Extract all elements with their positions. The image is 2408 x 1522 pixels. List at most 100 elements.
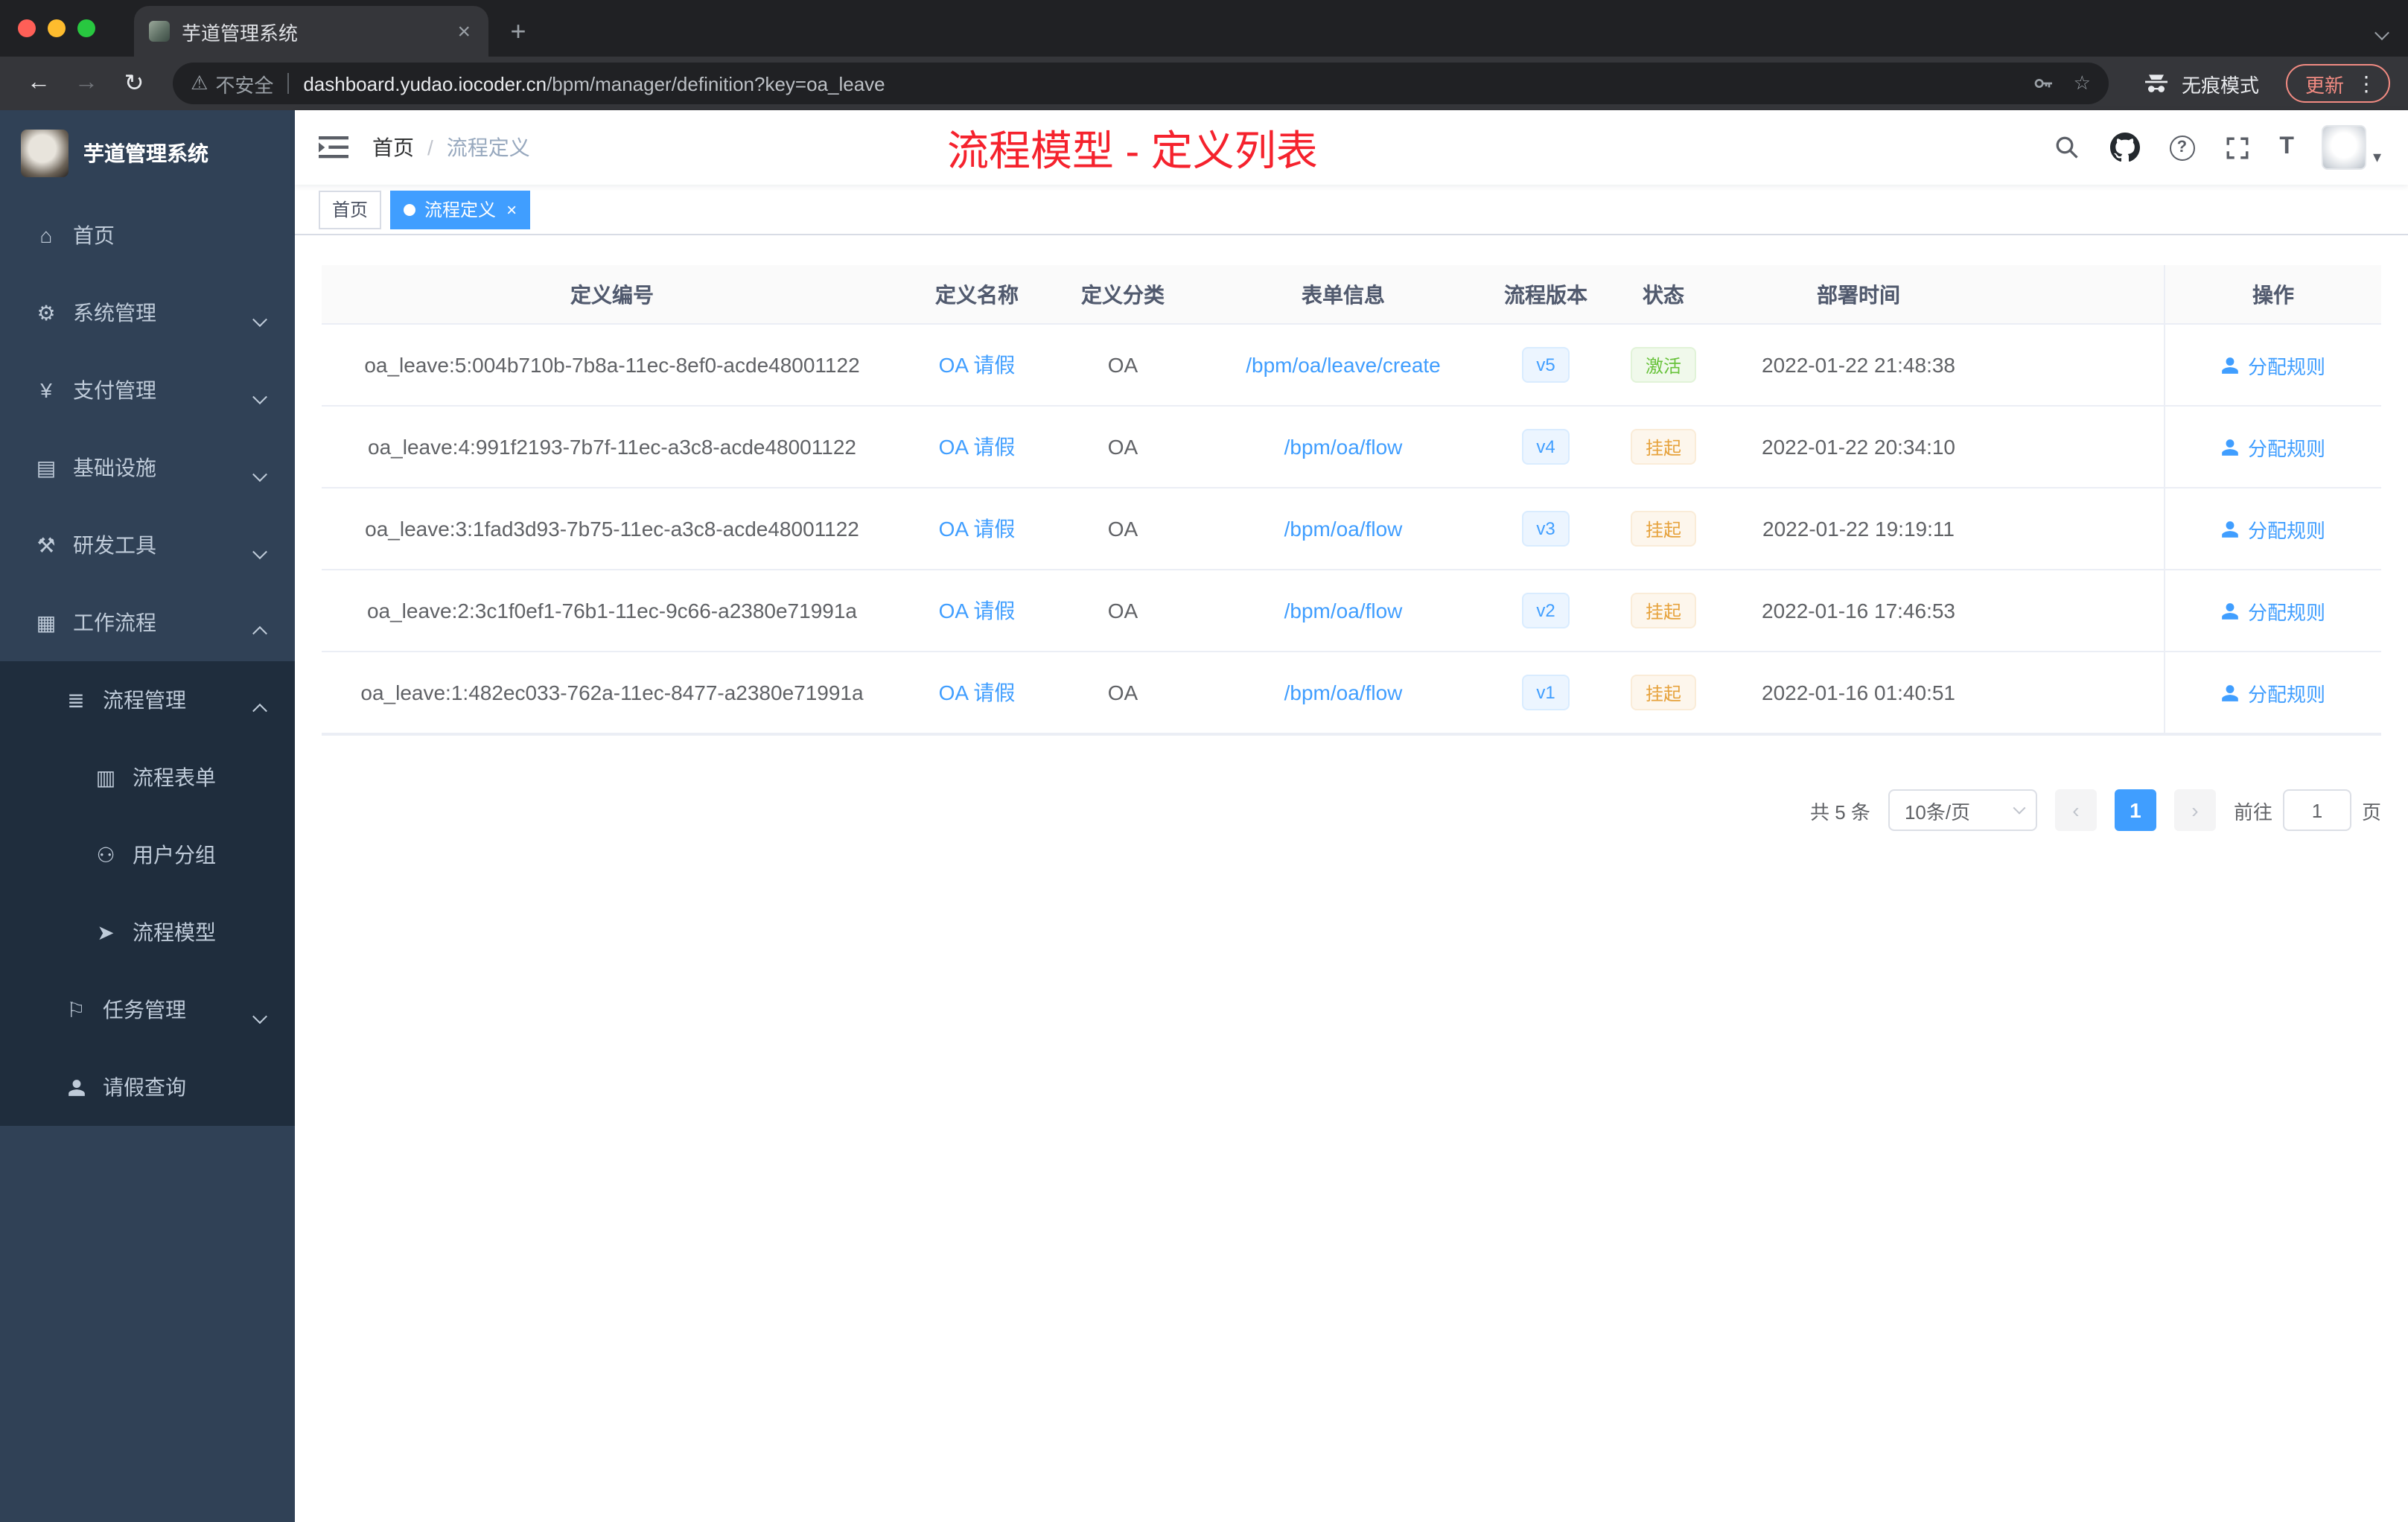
status-badge: 挂起 bbox=[1630, 429, 1696, 465]
sidebar-item-infrastructure[interactable]: ▤ 基础设施 bbox=[0, 429, 295, 506]
assign-rule-link[interactable]: 分配规则 bbox=[2221, 678, 2325, 707]
definition-name-link[interactable]: OA 请假 bbox=[939, 432, 1016, 462]
assign-rule-link[interactable]: 分配规则 bbox=[2221, 596, 2325, 625]
definition-name-link[interactable]: OA 请假 bbox=[939, 350, 1016, 380]
browser-tab-strip: 芋道管理系统 × + bbox=[0, 0, 2408, 57]
definition-category: OA bbox=[1107, 517, 1138, 541]
navbar-actions: ? T ▾ bbox=[2053, 125, 2408, 170]
fullscreen-icon[interactable] bbox=[2224, 135, 2249, 160]
breadcrumb-home[interactable]: 首页 bbox=[372, 133, 414, 162]
password-key-icon[interactable] bbox=[2032, 71, 2056, 95]
chevron-down-icon bbox=[252, 544, 267, 569]
next-page-button[interactable]: › bbox=[2173, 789, 2216, 831]
chevron-down-icon bbox=[252, 467, 267, 491]
definition-name-link[interactable]: OA 请假 bbox=[939, 596, 1016, 625]
avatar-caret-icon: ▾ bbox=[2372, 149, 2381, 167]
workflow-submenu: ≣ 流程管理 ▥ 流程表单 ⚇ 用户分组 ➤ 流程模型 ⚐ 任务管理 请假查询 bbox=[0, 661, 295, 1126]
tab-close-icon[interactable]: × bbox=[454, 19, 474, 44]
definition-table: 定义编号 定义名称 定义分类 表单信息 流程版本 状态 部署时间 操作 oa_l… bbox=[322, 265, 2381, 736]
sidebar-item-leave-query[interactable]: 请假查询 bbox=[0, 1048, 295, 1126]
sidebar-toggle-hamburger-icon[interactable] bbox=[319, 134, 348, 161]
font-size-icon[interactable]: T bbox=[2279, 134, 2294, 161]
browser-tab[interactable]: 芋道管理系统 × bbox=[134, 6, 488, 57]
sidebar-item-home[interactable]: ⌂ 首页 bbox=[0, 197, 295, 274]
sidebar-item-task-management[interactable]: ⚐ 任务管理 bbox=[0, 971, 295, 1048]
sidebar-item-workflow[interactable]: ▦ 工作流程 bbox=[0, 584, 295, 661]
deploy-time: 2022-01-16 17:46:53 bbox=[1762, 599, 1955, 623]
form-link[interactable]: /bpm/oa/flow bbox=[1284, 517, 1403, 541]
list-icon: ≣ bbox=[67, 687, 85, 711]
page-number-button[interactable]: 1 bbox=[2114, 789, 2156, 831]
github-icon[interactable] bbox=[2109, 133, 2140, 162]
form-link[interactable]: /bpm/oa/flow bbox=[1284, 599, 1403, 623]
form-link[interactable]: /bpm/oa/leave/create bbox=[1246, 353, 1441, 377]
chrome-update-chip[interactable]: 更新 ⋮ bbox=[2285, 64, 2390, 103]
incognito-icon bbox=[2144, 74, 2167, 92]
window-close-button[interactable] bbox=[18, 19, 36, 37]
reload-button[interactable]: ↻ bbox=[113, 63, 155, 104]
tab-favicon-icon bbox=[149, 21, 170, 42]
forward-button[interactable]: → bbox=[66, 63, 107, 104]
column-header-form: 表单信息 bbox=[1302, 282, 1385, 306]
definition-name-link[interactable]: OA 请假 bbox=[939, 514, 1016, 544]
definition-category: OA bbox=[1107, 681, 1138, 704]
user-icon bbox=[2223, 684, 2239, 701]
browser-menu-kebab-icon[interactable]: ⋮ bbox=[2356, 71, 2377, 96]
window-minimize-button[interactable] bbox=[48, 19, 66, 37]
prev-page-button[interactable]: ‹ bbox=[2054, 789, 2097, 831]
assign-rule-link[interactable]: 分配规则 bbox=[2221, 433, 2325, 461]
deploy-time: 2022-01-22 20:34:10 bbox=[1762, 435, 1955, 459]
logo-title: 芋道管理系统 bbox=[83, 141, 208, 165]
status-badge: 挂起 bbox=[1630, 675, 1696, 710]
sidebar-item-process-management[interactable]: ≣ 流程管理 bbox=[0, 661, 295, 739]
tab-title: 芋道管理系统 bbox=[182, 22, 299, 44]
form-icon: ▥ bbox=[95, 765, 116, 789]
window-zoom-button[interactable] bbox=[77, 19, 95, 37]
page-size-select[interactable]: 10条/页 bbox=[1888, 789, 2037, 831]
sidebar-item-system-management[interactable]: ⚙ 系统管理 bbox=[0, 274, 295, 351]
avatar[interactable] bbox=[2322, 125, 2367, 170]
sidebar: 芋道管理系统 ⌂ 首页 ⚙ 系统管理 ¥ 支付管理 ▤ 基础设施 ⚒ 研发工具 … bbox=[0, 110, 295, 1522]
form-link[interactable]: /bpm/oa/flow bbox=[1284, 681, 1403, 704]
user-avatar-menu[interactable]: ▾ bbox=[2322, 125, 2381, 170]
breadcrumb-separator: / bbox=[427, 136, 433, 159]
assign-rule-link[interactable]: 分配规则 bbox=[2221, 351, 2325, 379]
help-question-icon[interactable]: ? bbox=[2169, 135, 2195, 160]
sidebar-item-payment-management[interactable]: ¥ 支付管理 bbox=[0, 351, 295, 429]
pagination-total: 共 5 条 bbox=[1810, 800, 1870, 823]
bookmark-star-icon[interactable]: ☆ bbox=[2074, 71, 2091, 95]
form-link[interactable]: /bpm/oa/flow bbox=[1284, 435, 1403, 459]
goto-page-input[interactable] bbox=[2282, 789, 2351, 831]
new-tab-button[interactable]: + bbox=[497, 10, 539, 52]
logo-avatar bbox=[21, 130, 69, 177]
user-icon bbox=[2223, 357, 2239, 373]
sidebar-item-user-group[interactable]: ⚇ 用户分组 bbox=[0, 816, 295, 894]
tab-search-chevron-icon[interactable] bbox=[2374, 21, 2389, 48]
back-button[interactable]: ← bbox=[18, 63, 60, 104]
update-label[interactable]: 更新 bbox=[2305, 69, 2344, 98]
sidebar-item-process-form[interactable]: ▥ 流程表单 bbox=[0, 739, 295, 816]
gear-icon: ⚙ bbox=[36, 300, 56, 324]
tag-process-definition[interactable]: 流程定义 × bbox=[390, 190, 531, 229]
status-badge: 挂起 bbox=[1630, 593, 1696, 628]
tag-close-icon[interactable]: × bbox=[506, 199, 517, 220]
dashboard-icon: ⌂ bbox=[39, 223, 53, 247]
definition-id: oa_leave:3:1fad3d93-7b75-11ec-a3c8-acde4… bbox=[365, 517, 859, 541]
url-omnibox[interactable]: ⚠ 不安全 dashboard.yudao.iocoder.cn /bpm/ma… bbox=[173, 63, 2109, 104]
browser-address-bar: ← → ↻ ⚠ 不安全 dashboard.yudao.iocoder.cn /… bbox=[0, 57, 2408, 110]
security-label[interactable]: 不安全 bbox=[215, 69, 273, 98]
definition-name-link[interactable]: OA 请假 bbox=[939, 678, 1016, 707]
table-row: oa_leave:3:1fad3d93-7b75-11ec-a3c8-acde4… bbox=[322, 488, 2381, 570]
assign-rule-link[interactable]: 分配规则 bbox=[2221, 515, 2325, 543]
search-icon[interactable] bbox=[2053, 134, 2080, 161]
tag-home[interactable]: 首页 bbox=[319, 190, 382, 229]
sidebar-item-dev-tools[interactable]: ⚒ 研发工具 bbox=[0, 506, 295, 584]
page-annotation-title: 流程模型 - 定义列表 bbox=[947, 128, 1318, 174]
breadcrumb-current: 流程定义 bbox=[446, 136, 530, 159]
goto-suffix: 页 bbox=[2361, 800, 2381, 823]
chevron-down-icon bbox=[2013, 801, 2026, 815]
flag-icon: ⚐ bbox=[66, 997, 86, 1021]
pagination: 共 5 条 10条/页 ‹ 1 › 前往 页 bbox=[322, 789, 2381, 831]
sidebar-item-process-model[interactable]: ➤ 流程模型 bbox=[0, 894, 295, 971]
server-icon: ▤ bbox=[36, 455, 57, 479]
